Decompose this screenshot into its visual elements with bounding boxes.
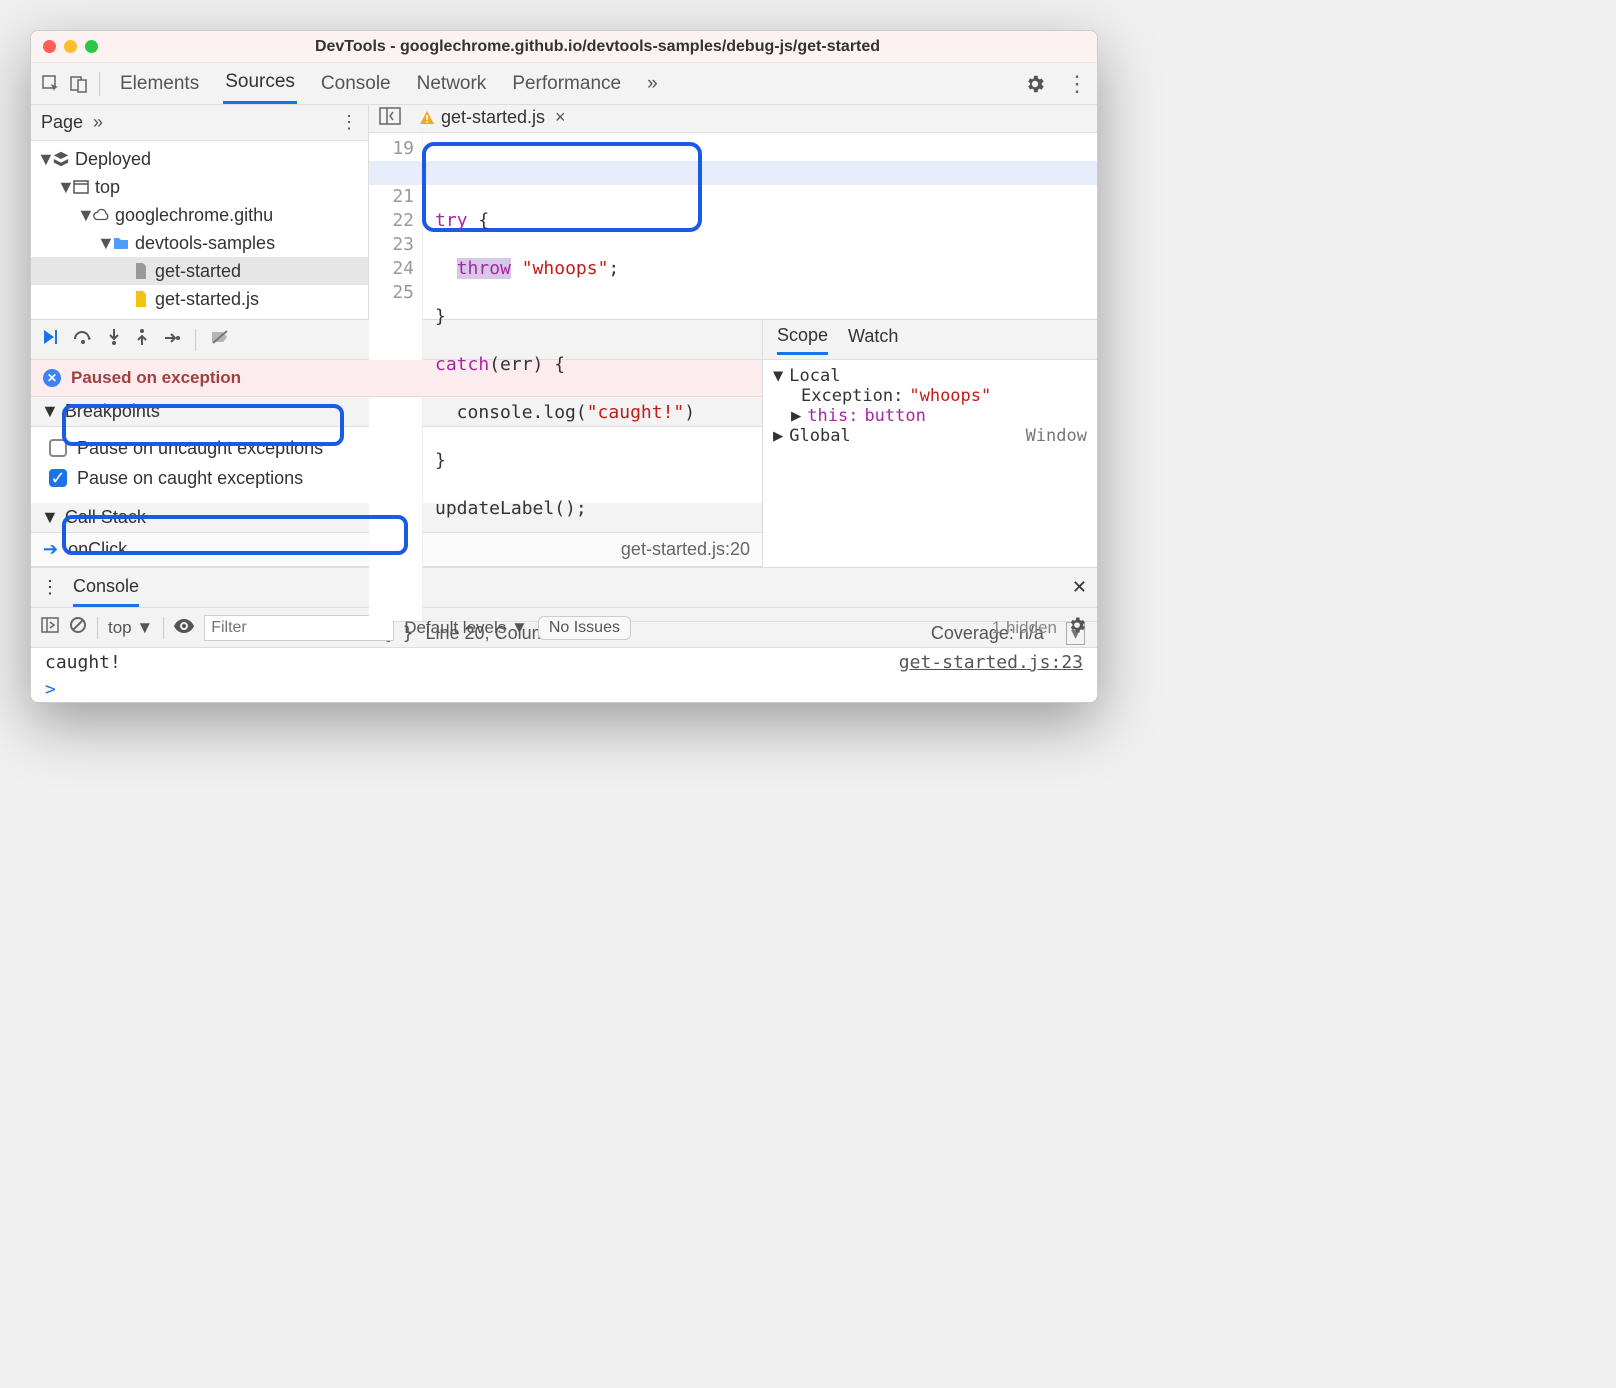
console-sidebar-icon[interactable] (41, 617, 59, 638)
resume-icon[interactable] (41, 328, 59, 351)
page-tab[interactable]: Page (41, 112, 83, 133)
tree-node-folder[interactable]: ▼ devtools-samples (31, 229, 368, 257)
navigator-header: Page » ⋮ (31, 105, 368, 141)
annotation-highlight-caught (62, 515, 408, 555)
paused-text: Paused on exception (71, 368, 241, 388)
tree-node-js[interactable]: get-started.js (31, 285, 368, 313)
drawer-menu-icon[interactable]: ⋮ (41, 577, 59, 598)
minimize-window-button[interactable] (64, 40, 77, 53)
navigator-more[interactable]: » (93, 112, 103, 133)
checkbox-checked-icon: ✓ (49, 469, 67, 487)
titlebar: DevTools - googlechrome.github.io/devtoo… (31, 31, 1097, 63)
tree-node-top[interactable]: ▼ top (31, 173, 368, 201)
tree-node-html[interactable]: get-started (31, 257, 368, 285)
close-file-icon[interactable]: × (555, 107, 566, 128)
step-icon[interactable] (163, 330, 181, 350)
drawer-console-tab[interactable]: Console (73, 568, 139, 607)
toolbar-divider (99, 72, 100, 96)
tab-console[interactable]: Console (319, 63, 393, 104)
inspect-element-icon[interactable] (37, 70, 65, 98)
clear-console-icon[interactable] (69, 616, 87, 639)
cloud-icon (91, 208, 111, 222)
kebab-menu-icon[interactable]: ⋮ (1063, 70, 1091, 98)
step-over-icon[interactable] (73, 329, 93, 350)
file-tree: ▼ Deployed ▼ top ▼ googlechrome.githu ▼ … (31, 141, 368, 319)
pause-reason-icon: ✕ (43, 369, 61, 387)
navigator-menu-icon[interactable]: ⋮ (340, 112, 358, 133)
annotation-highlight-paused (62, 404, 344, 446)
tab-sources[interactable]: Sources (223, 63, 297, 104)
context-selector[interactable]: top ▼ (108, 618, 153, 638)
current-frame-icon: ➔ (43, 539, 58, 560)
zoom-window-button[interactable] (85, 40, 98, 53)
warning-icon (419, 110, 435, 126)
filter-input[interactable] (204, 615, 394, 641)
tree-node-deployed[interactable]: ▼ Deployed (31, 145, 368, 173)
message-source-link[interactable]: get-started.js:23 (899, 652, 1083, 673)
document-icon (131, 263, 151, 279)
file-tab-label: get-started.js (441, 107, 545, 128)
tabs-overflow[interactable]: » (645, 63, 660, 104)
tab-performance[interactable]: Performance (510, 63, 623, 104)
step-into-icon[interactable] (107, 328, 121, 351)
tab-network[interactable]: Network (415, 63, 489, 104)
tab-elements[interactable]: Elements (118, 63, 201, 104)
deactivate-breakpoints-icon[interactable] (210, 329, 230, 350)
code-editor[interactable]: 19 20 21 22 23 24 25 try { throw "whoops… (369, 133, 1097, 621)
editor-tab-bar: get-started.js × (369, 105, 1097, 133)
tree-node-domain[interactable]: ▼ googlechrome.githu (31, 201, 368, 229)
folder-icon (111, 236, 131, 250)
console-prompt[interactable]: > (31, 677, 1097, 702)
console-output: caught! get-started.js:23 > (31, 648, 1097, 702)
step-out-icon[interactable] (135, 328, 149, 351)
file-tab-getstarted[interactable]: get-started.js × (413, 105, 572, 132)
deployed-icon (51, 150, 71, 168)
frame-icon (71, 179, 91, 195)
live-expression-icon[interactable] (174, 618, 194, 638)
settings-gear-icon[interactable] (1021, 70, 1049, 98)
window-title: DevTools - googlechrome.github.io/devtoo… (110, 38, 1085, 56)
device-toolbar-icon[interactable] (65, 70, 93, 98)
devtools-window: DevTools - googlechrome.github.io/devtoo… (30, 30, 1098, 703)
close-window-button[interactable] (43, 40, 56, 53)
main-toolbar: Elements Sources Console Network Perform… (31, 63, 1097, 105)
window-controls (43, 40, 98, 53)
panel-tabs: Elements Sources Console Network Perform… (118, 63, 1021, 104)
console-message[interactable]: caught! get-started.js:23 (31, 648, 1097, 677)
js-file-icon (131, 291, 151, 307)
toggle-navigator-icon[interactable] (375, 105, 405, 132)
